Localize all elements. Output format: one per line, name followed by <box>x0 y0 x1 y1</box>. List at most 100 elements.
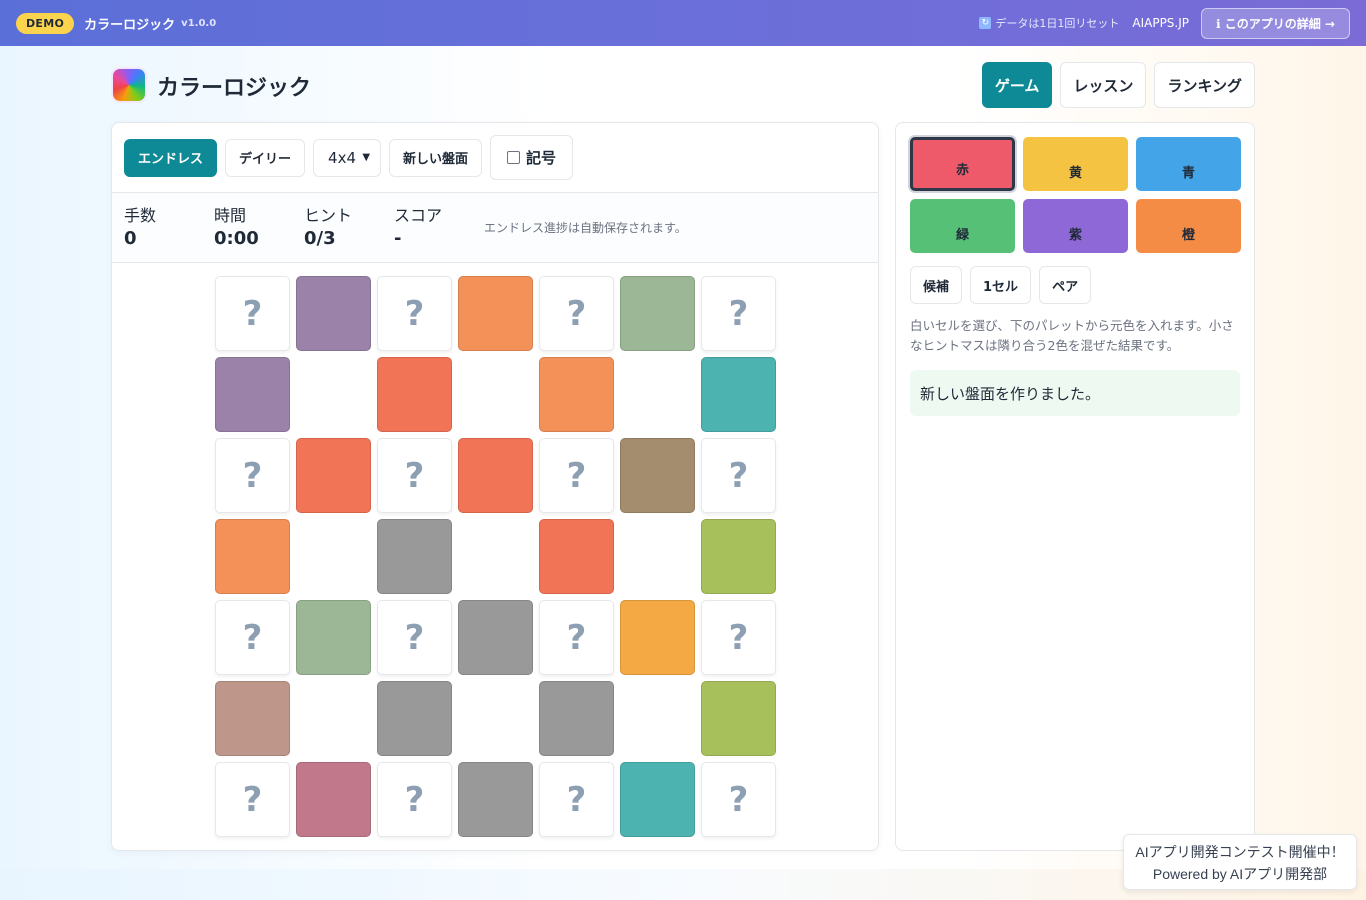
stat-hint: ヒント 0/3 <box>304 205 394 251</box>
one-cell-hint-button[interactable]: 1セル <box>970 266 1032 304</box>
stat-moves-value: 0 <box>124 227 137 249</box>
input-cell[interactable]: ? <box>701 438 776 513</box>
board-size-select[interactable]: 4x4 ▼ <box>313 138 382 177</box>
hint-cell <box>296 762 371 837</box>
input-cell[interactable]: ? <box>215 600 290 675</box>
symbols-label: 記号 <box>526 149 557 167</box>
top-bar-right: ↻ データは1日1回リセット AIAPPS.JP ℹ このアプリの詳細 → <box>979 7 1350 39</box>
color-palette: 赤 黄 青緑 紫 橙 <box>910 137 1241 253</box>
contest-banner[interactable]: AIアプリ開発コンテスト開催中！ Powered by AIアプリ開発部 <box>1123 834 1357 890</box>
stat-time: 時間 0:00 <box>214 205 304 251</box>
instructions: 白いセルを選び、下のパレットから元色を入れます。小さなヒントマスは隣り合う2色を… <box>910 318 1234 353</box>
input-cell[interactable]: ? <box>377 276 452 351</box>
chevron-down-icon: ▼ <box>362 152 371 163</box>
input-cell[interactable]: ? <box>701 276 776 351</box>
tab-lesson[interactable]: レッスン <box>1060 62 1147 108</box>
hint-cell <box>215 357 290 432</box>
stat-time-label: 時間 <box>214 205 247 225</box>
autosave-note: エンドレス進捗は自動保存されます。 <box>484 221 687 235</box>
tab-game[interactable]: ゲーム <box>981 62 1053 108</box>
hint-cell <box>458 762 533 837</box>
hint-cell <box>539 681 614 756</box>
endless-mode-button[interactable]: エンドレス <box>124 138 218 177</box>
empty-cell <box>620 681 695 756</box>
input-cell[interactable]: ? <box>215 438 290 513</box>
input-cell[interactable]: ? <box>539 762 614 837</box>
palette-swatch[interactable]: 緑 <box>910 199 1015 253</box>
empty-cell <box>458 519 533 594</box>
palette-swatch[interactable]: 紫 <box>1023 199 1128 253</box>
app-name: カラーロジック <box>84 17 176 33</box>
palette-swatch[interactable]: 黄 <box>1023 137 1128 191</box>
tab-ranking[interactable]: ランキング <box>1154 62 1255 108</box>
hint-cell <box>377 357 452 432</box>
hint-cell <box>215 681 290 756</box>
hint-cell <box>701 681 776 756</box>
input-cell[interactable]: ? <box>539 600 614 675</box>
hint-cell <box>539 519 614 594</box>
input-cell[interactable]: ? <box>215 762 290 837</box>
empty-cell <box>296 519 371 594</box>
stat-hint-value: 0/3 <box>304 227 336 249</box>
contest-line-1: AIアプリ開発コンテスト開催中！ <box>1135 844 1345 860</box>
pair-hint-button[interactable]: ペア <box>1039 266 1092 304</box>
stat-score: スコア - <box>394 205 484 251</box>
board-size-value: 4x4 <box>328 148 356 167</box>
hint-cell <box>620 438 695 513</box>
puzzle-grid: ???????????????? <box>215 276 776 837</box>
input-cell[interactable]: ? <box>539 276 614 351</box>
hint-cell <box>377 681 452 756</box>
app-version: v1.0.0 <box>181 17 217 29</box>
hint-cell <box>620 762 695 837</box>
hint-cell <box>701 357 776 432</box>
input-cell[interactable]: ? <box>701 600 776 675</box>
input-cell[interactable]: ? <box>215 276 290 351</box>
hint-cell <box>377 519 452 594</box>
stat-moves: 手数 0 <box>124 205 214 251</box>
candidate-hint-button[interactable]: 候補 <box>910 266 963 304</box>
hint-cell <box>620 600 695 675</box>
board-card: エンドレス デイリー 4x4 ▼ 新しい盤面 記号 手数 0 時間 0:00 ヒ… <box>111 122 879 851</box>
app-logo-icon <box>111 67 147 103</box>
demo-badge: DEMO <box>16 12 75 34</box>
toolbar: エンドレス デイリー 4x4 ▼ 新しい盤面 記号 <box>112 123 878 193</box>
empty-cell <box>458 681 533 756</box>
hint-cell <box>539 357 614 432</box>
hint-cell <box>701 519 776 594</box>
symbols-toggle[interactable]: 記号 <box>490 135 574 180</box>
daily-mode-button[interactable]: デイリー <box>225 138 306 177</box>
reset-note-text: データは1日1回リセット <box>995 17 1120 30</box>
hint-cell <box>296 600 371 675</box>
hint-cell <box>296 438 371 513</box>
app-detail-label: ℹ このアプリの詳細 → <box>1216 16 1335 31</box>
stat-score-label: スコア <box>394 205 443 225</box>
empty-cell <box>458 357 533 432</box>
app-detail-button[interactable]: ℹ このアプリの詳細 → <box>1201 7 1350 39</box>
empty-cell <box>296 357 371 432</box>
palette-swatch-label: 紫 <box>1068 228 1082 243</box>
reset-note: ↻ データは1日1回リセット <box>979 15 1119 31</box>
input-cell[interactable]: ? <box>539 438 614 513</box>
hint-cell <box>296 276 371 351</box>
refresh-icon: ↻ <box>979 17 992 29</box>
palette-swatch-label: 黄 <box>1068 166 1082 181</box>
empty-cell <box>620 519 695 594</box>
palette-swatch[interactable]: 橙 <box>1136 199 1241 253</box>
input-cell[interactable]: ? <box>377 600 452 675</box>
hint-cell <box>458 438 533 513</box>
stat-hint-label: ヒント <box>304 205 353 225</box>
empty-cell <box>620 357 695 432</box>
stat-score-value: - <box>394 227 402 249</box>
site-link[interactable]: AIAPPS.JP <box>1132 16 1189 30</box>
contest-line-2: Powered by AIアプリ開発部 <box>1152 866 1328 882</box>
status-message: 新しい盤面を作りました。 <box>910 370 1240 416</box>
input-cell[interactable]: ? <box>377 762 452 837</box>
palette-swatch[interactable]: 青 <box>1136 137 1241 191</box>
palette-swatch-label: 橙 <box>1181 228 1195 243</box>
input-cell[interactable]: ? <box>377 438 452 513</box>
input-cell[interactable]: ? <box>701 762 776 837</box>
symbols-checkbox[interactable] <box>507 151 521 164</box>
new-board-button[interactable]: 新しい盤面 <box>389 138 483 177</box>
palette-swatch[interactable]: 赤 <box>910 137 1015 191</box>
top-bar: DEMO カラーロジック v1.0.0 ↻ データは1日1回リセット AIAPP… <box>0 0 1366 46</box>
